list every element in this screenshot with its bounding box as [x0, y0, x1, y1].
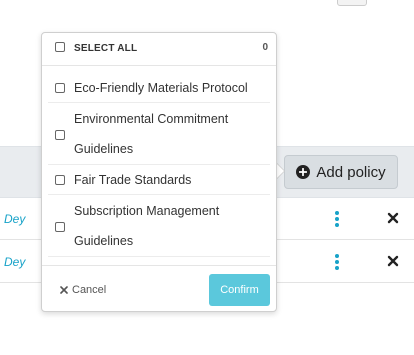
option-label: Eco-Friendly Materials Protocol: [74, 81, 248, 95]
select-all-row[interactable]: SELECT ALL 0: [42, 33, 276, 66]
option-label: Fair Trade Standards: [74, 173, 192, 187]
close-icon[interactable]: [387, 212, 399, 224]
select-all-label: SELECT ALL: [74, 43, 138, 54]
row-owner-link[interactable]: Dey: [4, 255, 25, 269]
add-policy-button[interactable]: Add policy: [284, 155, 398, 189]
list-item[interactable]: Eco-Friendly Materials Protocol: [48, 71, 270, 103]
selected-count: 0: [262, 42, 268, 53]
plus-circle-icon: [296, 165, 311, 179]
policy-select-dropdown: SELECT ALL 0 Eco-Friendly Materials Prot…: [41, 32, 277, 312]
row-owner-link[interactable]: Dey: [4, 212, 25, 226]
top-toolbar-button[interactable]: [337, 0, 367, 6]
option-list: Eco-Friendly Materials Protocol Environm…: [42, 71, 276, 257]
close-icon: [60, 286, 68, 294]
kebab-menu-icon[interactable]: [334, 211, 340, 227]
option-checkbox[interactable]: [55, 83, 65, 93]
list-item[interactable]: Environmental Commitment Guidelines: [48, 103, 270, 165]
kebab-menu-icon[interactable]: [334, 254, 340, 270]
cancel-label: Cancel: [72, 284, 107, 296]
option-checkbox[interactable]: [55, 222, 65, 232]
option-checkbox[interactable]: [55, 130, 65, 140]
confirm-label: Confirm: [220, 284, 259, 296]
list-item[interactable]: Subscription Management Guidelines: [48, 195, 270, 257]
cancel-button[interactable]: Cancel: [60, 284, 106, 296]
close-icon[interactable]: [387, 255, 399, 267]
option-checkbox[interactable]: [55, 175, 65, 185]
list-item[interactable]: Fair Trade Standards: [48, 165, 270, 195]
option-label: Environmental Commitment Guidelines: [74, 112, 229, 156]
add-policy-label: Add policy: [316, 163, 386, 181]
popover-arrow: [276, 163, 284, 179]
option-label: Subscription Management Guidelines: [74, 204, 220, 248]
select-all-checkbox[interactable]: [55, 42, 65, 52]
dropdown-footer: Cancel Confirm: [42, 265, 276, 312]
confirm-button[interactable]: Confirm: [209, 274, 270, 306]
